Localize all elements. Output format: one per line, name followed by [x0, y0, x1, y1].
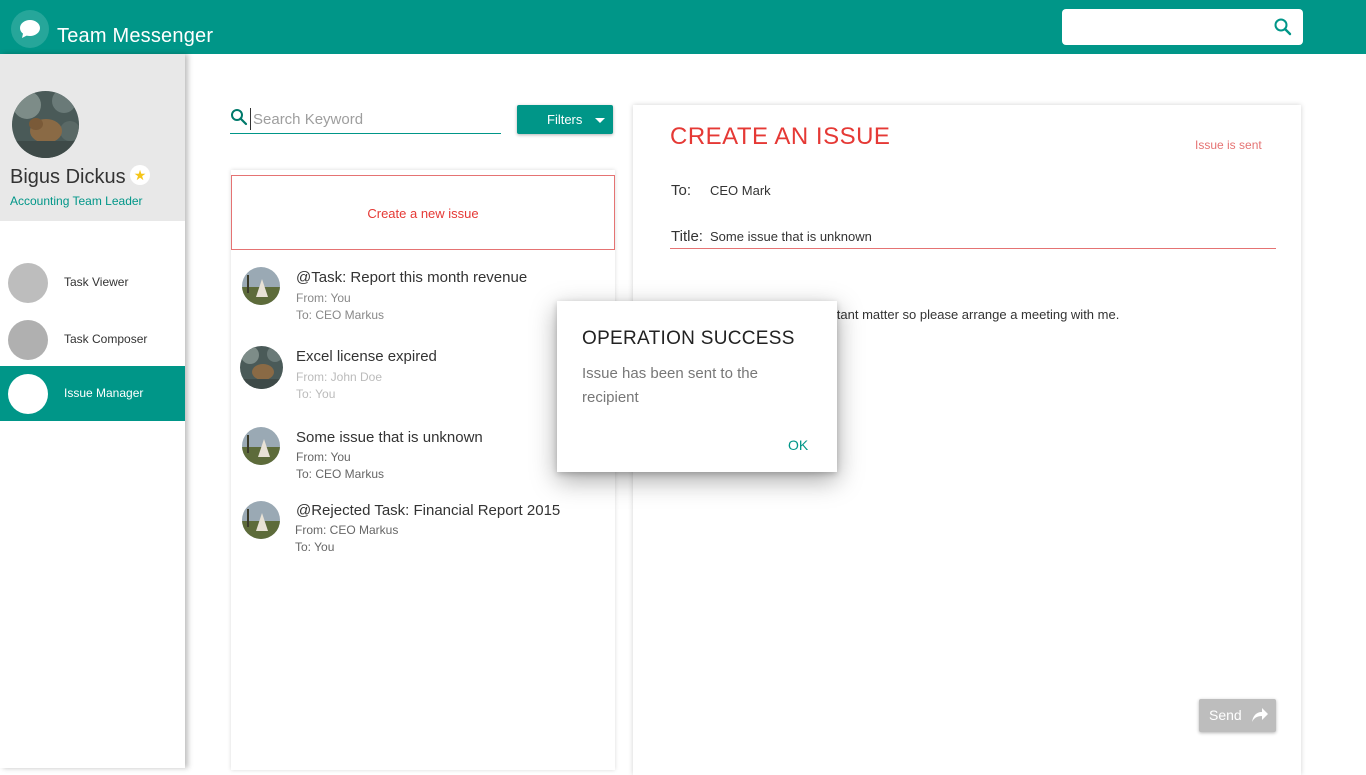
issue-title: Excel license expired	[296, 348, 437, 365]
create-new-issue-button[interactable]: Create a new issue	[231, 175, 615, 250]
avatar	[242, 427, 280, 465]
issue-from: From: John Doe	[296, 370, 383, 384]
avatar[interactable]	[12, 91, 79, 158]
issue-manager-icon	[8, 374, 48, 414]
user-role: Accounting Team Leader	[10, 194, 143, 208]
sidebar: Bigus Dickus ★ Accounting Team Leader Ta…	[0, 54, 185, 768]
issue-title: @Task: Report this month revenue	[296, 269, 528, 286]
create-new-issue-label: Create a new issue	[367, 206, 479, 221]
filters-dropdown-button[interactable]: Filters	[517, 105, 613, 134]
ok-button[interactable]: OK	[788, 437, 808, 453]
issue-to: To: You	[296, 387, 336, 401]
user-name: Bigus Dickus	[10, 166, 126, 188]
success-dialog: OPERATION SUCCESS Issue has been sent to…	[557, 301, 837, 472]
search-input[interactable]	[250, 108, 495, 130]
title-label: Title:	[671, 228, 703, 245]
title-value: Some issue that is unknown	[710, 229, 872, 244]
task-composer-icon	[8, 320, 48, 360]
search-icon	[230, 108, 248, 131]
dialog-title: OPERATION SUCCESS	[582, 328, 795, 349]
forward-arrow-icon	[1251, 707, 1269, 726]
send-button[interactable]: Send	[1199, 699, 1276, 732]
top-app-bar: Team Messenger	[0, 0, 1366, 54]
search-icon[interactable]	[1273, 17, 1293, 42]
issue-status-text: Issue is sent	[1195, 138, 1262, 152]
sidebar-item-label: Task Viewer	[64, 275, 129, 289]
user-profile-card: Bigus Dickus ★ Accounting Team Leader	[0, 54, 185, 221]
sidebar-item-task-viewer[interactable]: Task Viewer	[0, 255, 185, 310]
keyword-search	[230, 104, 501, 134]
issue-title: @Rejected Task: Financial Report 2015	[296, 502, 561, 519]
star-icon: ★	[130, 165, 150, 185]
avatar	[242, 501, 280, 539]
recipient-field[interactable]: CEO Mark	[710, 183, 771, 198]
issue-from: From: You	[296, 450, 351, 464]
issue-to: To: You	[295, 540, 335, 554]
dialog-message: Issue has been sent to the recipient	[582, 365, 758, 406]
sidebar-item-label: Task Composer	[64, 332, 148, 346]
app-title: Team Messenger	[57, 25, 214, 47]
sidebar-item-issue-manager[interactable]: Issue Manager	[0, 366, 185, 421]
issue-title-field[interactable]: Title: Some issue that is unknown	[670, 226, 1276, 249]
recipient-label: To:	[671, 182, 692, 199]
task-viewer-icon	[8, 263, 48, 303]
issue-from: From: You	[296, 291, 351, 305]
issue-from: From: CEO Markus	[295, 523, 399, 537]
sidebar-item-label: Issue Manager	[64, 386, 144, 400]
issue-to: To: CEO Markus	[296, 467, 385, 481]
sidebar-item-task-composer[interactable]: Task Composer	[0, 312, 185, 367]
issue-body-text: portant matter so please arrange a meeti…	[818, 307, 1120, 322]
issue-title: Some issue that is unknown	[296, 429, 483, 446]
avatar	[240, 346, 283, 389]
chat-bubble-icon	[11, 10, 49, 48]
list-item[interactable]: @Rejected Task: Financial Report 2015 Fr…	[231, 491, 615, 566]
global-search-field[interactable]	[1062, 9, 1303, 45]
create-issue-heading: CREATE AN ISSUE	[670, 123, 891, 150]
issue-to: To: CEO Markus	[296, 308, 385, 322]
filters-label: Filters	[547, 112, 583, 127]
send-label: Send	[1209, 707, 1242, 723]
caret-down-icon	[595, 118, 605, 123]
avatar	[242, 267, 280, 305]
